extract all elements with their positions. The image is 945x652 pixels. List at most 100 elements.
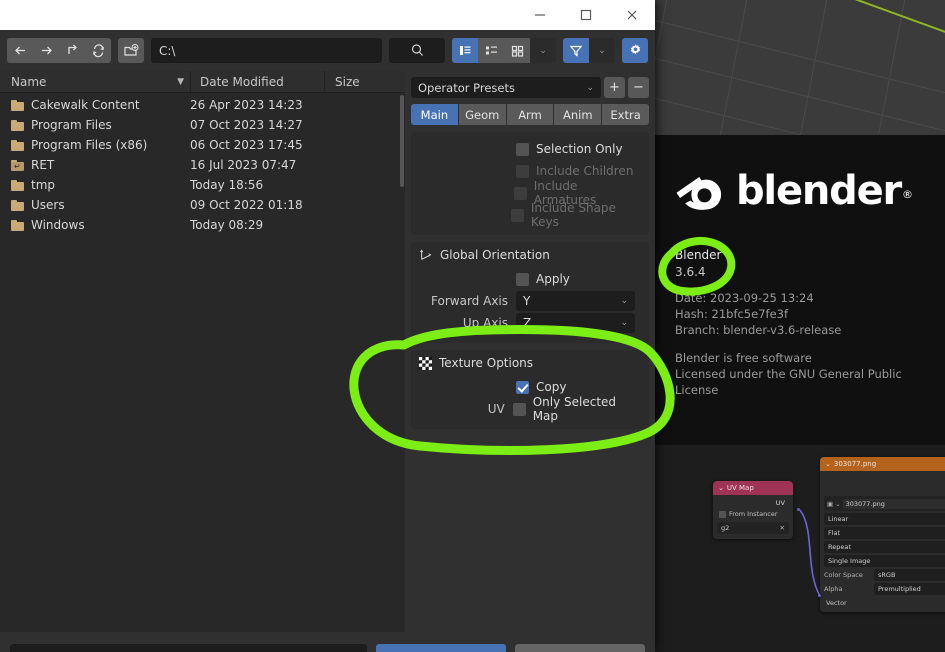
blender-splash-info: blender® Blender 3.6.4 Date: 2023-09-25 … <box>655 135 945 445</box>
new-folder-icon <box>124 44 139 56</box>
copy-checkbox[interactable] <box>516 380 529 394</box>
up-axis-label: Up Axis <box>462 316 508 330</box>
file-list-pane: Name ▼ Date Modified Size Cakewalk Conte… <box>0 70 405 632</box>
apply-checkbox[interactable] <box>516 272 529 286</box>
only-selected-map-checkbox[interactable] <box>512 402 526 416</box>
tab-extra[interactable]: Extra <box>602 104 649 125</box>
view-mode-thumbnail-button[interactable] <box>504 38 530 63</box>
view-mode-list-button[interactable] <box>452 38 478 63</box>
filter-toggle-button[interactable] <box>563 38 589 63</box>
path-input[interactable]: C:\ <box>151 38 382 63</box>
file-list[interactable]: Cakewalk Content 26 Apr 2023 14:23 Program… <box>0 93 405 235</box>
file-row[interactable]: Program Files (x86) 06 Oct 2023 17:45 <box>0 135 405 155</box>
forward-axis-dropdown[interactable]: Y ⌄ <box>516 291 635 311</box>
display-mode-buttons: ⌄ <box>452 38 556 63</box>
tab-main[interactable]: Main <box>411 104 458 125</box>
dialog-footer: 3003.dae − + Export COLLADA Cancel <box>0 632 655 652</box>
add-preset-button[interactable]: + <box>604 77 625 98</box>
detail-view-icon <box>485 46 497 55</box>
file-name: tmp <box>31 178 56 192</box>
arrow-up-icon <box>67 44 77 54</box>
display-options-chevron-button[interactable]: ⌄ <box>530 38 556 63</box>
parent-directory-button[interactable] <box>59 38 85 63</box>
file-date: Today 08:29 <box>190 218 264 232</box>
filter-options-chevron-button[interactable]: ⌄ <box>589 38 615 63</box>
forward-axis-row: Forward Axis Y ⌄ <box>419 290 641 312</box>
filter-buttons: ⌄ <box>563 38 615 63</box>
splash-license: Blender is free software Licensed under … <box>675 351 902 397</box>
back-button[interactable] <box>7 38 33 63</box>
tab-geom[interactable]: Geom <box>458 104 506 125</box>
file-date: 26 Apr 2023 14:23 <box>190 98 303 112</box>
selection-only-checkbox[interactable] <box>516 142 529 156</box>
file-row[interactable]: Cakewalk Content 26 Apr 2023 14:23 <box>0 95 405 115</box>
cancel-button[interactable]: Cancel <box>515 644 645 652</box>
forward-button[interactable] <box>33 38 59 63</box>
tab-arm[interactable]: Arm <box>506 104 554 125</box>
file-row[interactable]: Windows Today 08:29 <box>0 215 405 235</box>
list-view-icon <box>459 46 470 55</box>
include-children-label: Include Children <box>536 164 634 178</box>
refresh-button[interactable] <box>85 38 111 63</box>
minimize-button[interactable] <box>517 0 563 30</box>
splash-build-meta: Date: 2023-09-25 13:24 Hash: 21bfc5e7fe3… <box>675 291 842 337</box>
filename-input[interactable]: 3003.dae − + <box>10 644 367 652</box>
folder-icon <box>11 219 24 231</box>
texture-options-header[interactable]: Texture Options <box>419 356 641 370</box>
column-header-name[interactable]: Name ▼ <box>0 75 190 89</box>
close-button[interactable] <box>609 0 655 30</box>
option-row: Selection Only <box>419 138 641 160</box>
file-date: 07 Oct 2023 14:27 <box>190 118 303 132</box>
file-date: 16 Jul 2023 07:47 <box>190 158 297 172</box>
splash-app-name: Blender <box>675 248 722 262</box>
tab-anim[interactable]: Anim <box>554 104 602 125</box>
file-list-scrollbar[interactable] <box>400 95 404 187</box>
view-mode-detail-button[interactable] <box>478 38 504 63</box>
file-name: Users <box>31 198 65 212</box>
forward-axis-label: Forward Axis <box>431 294 508 308</box>
export-collada-button[interactable]: Export COLLADA <box>376 644 506 652</box>
search-input[interactable] <box>389 38 445 63</box>
remove-preset-button[interactable]: − <box>628 77 649 98</box>
file-row[interactable]: tmp Today 18:56 <box>0 175 405 195</box>
column-header-size-label: Size <box>335 74 360 89</box>
file-row[interactable]: Program Files 07 Oct 2023 14:27 <box>0 115 405 135</box>
only-selected-map-label: Only Selected Map <box>532 395 617 423</box>
blender-wordmark: blender <box>736 168 902 214</box>
dialog-body: Name ▼ Date Modified Size Cakewalk Conte… <box>0 70 655 632</box>
folder-icon <box>11 199 24 211</box>
chevron-down-icon: ⌄ <box>620 318 628 328</box>
file-row[interactable]: ↵ RET 16 Jul 2023 07:47 <box>0 155 405 175</box>
viewport-3d[interactable] <box>655 0 945 135</box>
gear-icon <box>630 44 640 55</box>
file-name: Cakewalk Content <box>31 98 140 112</box>
options-tabs[interactable]: Main Geom Arm Anim Extra <box>411 104 649 125</box>
blender-logo-icon <box>676 177 722 210</box>
maximize-icon <box>580 9 592 21</box>
include-shape-keys-label: Include Shape Keys <box>530 201 616 229</box>
texture-options-title: Texture Options <box>439 356 534 370</box>
column-header-date-label: Date Modified <box>200 74 284 89</box>
up-axis-dropdown[interactable]: Z ⌄ <box>516 313 635 333</box>
column-header-size[interactable]: Size <box>325 75 405 89</box>
settings-button[interactable] <box>622 38 648 63</box>
global-orientation-header[interactable]: Global Orientation <box>419 248 641 262</box>
blender-logo: blender® <box>673 163 913 219</box>
thumbnail-view-icon <box>511 45 523 57</box>
apply-row: Apply <box>419 268 641 290</box>
operator-presets-dropdown[interactable]: Operator Presets ⌄ <box>411 77 601 98</box>
arrow-right-icon <box>41 46 52 55</box>
main-checkbox-group: Selection Only Include Children Include Ar… <box>419 138 641 229</box>
folder-icon <box>11 99 24 111</box>
selection-only-label: Selection Only <box>536 142 623 156</box>
file-name: Program Files (x86) <box>31 138 148 152</box>
apply-label: Apply <box>536 272 570 286</box>
navigation-buttons <box>7 38 111 63</box>
new-folder-button[interactable] <box>118 38 144 63</box>
maximize-button[interactable] <box>563 0 609 30</box>
shader-node-editor[interactable]: ⌄ UV Map UV From Instancer g2 ✕ ⌄ 303077… <box>655 445 945 652</box>
column-header-date[interactable]: Date Modified <box>191 75 324 89</box>
column-header-name-label: Name <box>11 74 47 89</box>
uv-label: UV <box>487 402 505 416</box>
file-row[interactable]: Users 09 Oct 2022 01:18 <box>0 195 405 215</box>
